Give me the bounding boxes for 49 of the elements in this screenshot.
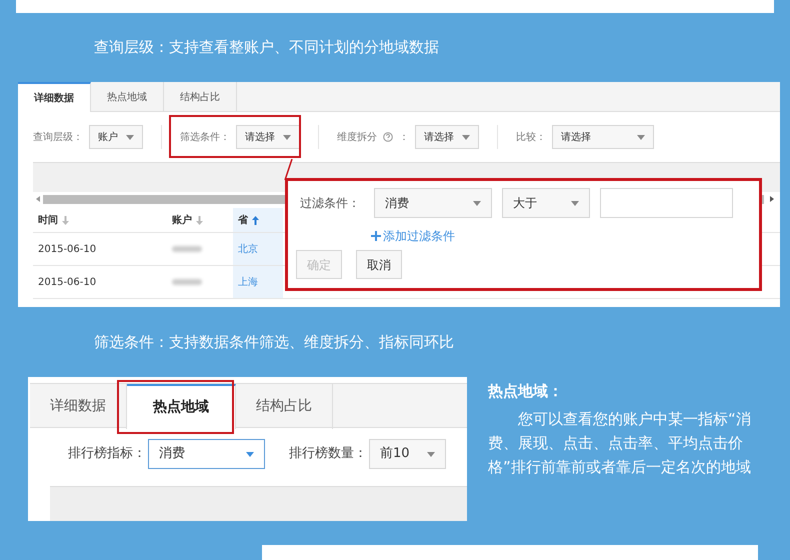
filter-label: 过滤条件： <box>300 195 361 212</box>
dropdown[interactable]: 账户 <box>89 125 143 149</box>
arrow-up-icon[interactable] <box>252 216 259 224</box>
column-header: 省 <box>238 214 248 228</box>
filter-label: 排行榜数量： <box>289 445 367 464</box>
caret-icon <box>473 200 481 206</box>
plus-icon <box>371 231 381 241</box>
help-icon[interactable] <box>383 132 393 142</box>
dropdown[interactable]: 消费 <box>148 439 265 469</box>
dropdown[interactable]: 请选择 <box>236 125 300 149</box>
scroll-right-icon[interactable] <box>770 196 774 202</box>
arrow-down-icon[interactable] <box>196 216 203 224</box>
tab[interactable]: 结构占比 <box>164 82 237 112</box>
blurred-text <box>172 279 202 285</box>
tab[interactable]: 详细数据 <box>18 82 91 112</box>
filter-label: 比较： <box>516 130 546 144</box>
scroll-left-icon[interactable] <box>36 196 40 202</box>
column-header: 时间 <box>38 214 58 228</box>
tab[interactable]: 结构占比 <box>236 384 333 429</box>
caret-icon <box>246 452 254 456</box>
section-heading: 查询层级：支持查看整账户、不同计划的分地域数据 <box>94 37 439 58</box>
caret-icon <box>283 134 291 140</box>
caret-icon <box>427 452 435 456</box>
popup-button[interactable]: 取消 <box>356 250 402 279</box>
dropdown[interactable]: 消费 <box>374 188 492 218</box>
caret-icon <box>571 200 579 206</box>
filter-label: 筛选条件： <box>180 130 230 144</box>
colon-label: ： <box>399 130 409 144</box>
note-text: 您可以查看您的账户中某一指标“消费、展现、点击、点击率、平均点击价格”排行前靠前或者靠后一定名次的地域 <box>488 408 752 478</box>
column-header: 账户 <box>172 213 192 228</box>
input-field[interactable] <box>600 188 733 218</box>
tab[interactable]: 热点地域 <box>91 82 164 112</box>
caret-icon <box>637 134 645 140</box>
tab[interactable]: 热点地域 <box>127 384 236 429</box>
dropdown[interactable]: 请选择 <box>552 125 654 149</box>
note-title: 热点地域： <box>488 381 564 402</box>
filter-label: 维度拆分 <box>337 130 377 144</box>
caret-icon <box>126 134 134 140</box>
table-cell-text: 2015-06-10 <box>38 242 96 256</box>
blurred-text <box>172 246 202 252</box>
filter-label: 查询层级： <box>33 130 83 144</box>
filter-label: 排行榜指标： <box>68 445 146 464</box>
section-heading: 筛选条件：支持数据条件筛选、维度拆分、指标同环比 <box>94 332 454 353</box>
arrow-down-icon[interactable] <box>62 216 69 224</box>
dropdown[interactable]: 大于 <box>502 188 590 218</box>
caret-icon <box>462 134 470 140</box>
table-cell-text: 2015-06-10 <box>38 276 96 290</box>
dropdown[interactable]: 前10 <box>369 439 446 469</box>
dropdown[interactable]: 请选择 <box>415 125 479 149</box>
